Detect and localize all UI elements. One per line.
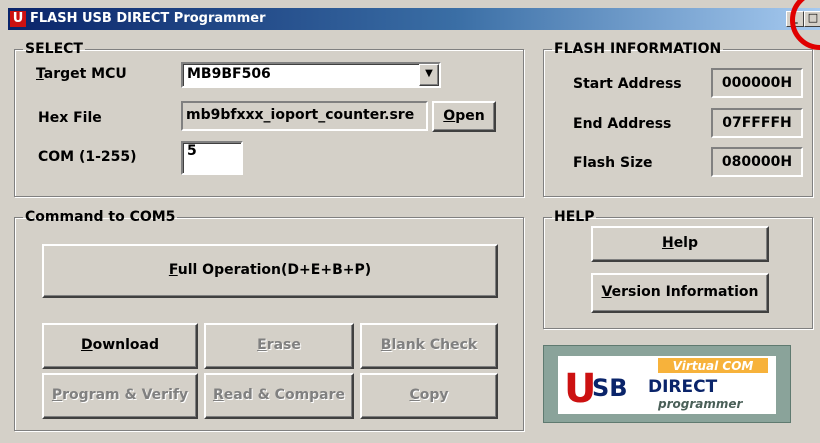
read-compare-button[interactable]: Read & Compare (204, 373, 354, 419)
select-legend: SELECT (25, 41, 83, 57)
copy-button[interactable]: Copy (360, 373, 498, 419)
logo-graphic: Virtual COM U SB DIRECT programmer (558, 356, 776, 414)
main-window: U FLASH USB DIRECT Programmer _ □ SELECT… (0, 0, 820, 443)
start-address-value: 000000H (711, 68, 803, 98)
open-button[interactable]: Open (432, 101, 496, 132)
program-verify-button[interactable]: Program & Verify (42, 373, 198, 419)
command-legend: Command to COM5 (25, 209, 176, 225)
logo-programmer: programmer (657, 397, 744, 411)
full-operation-button[interactable]: Full Operation(D+E+B+P) (42, 244, 498, 298)
logo-sb: SB (592, 374, 628, 402)
com-port-label: COM (1-255) (38, 149, 137, 165)
flash-info-legend: FLASH INFORMATION (554, 41, 722, 57)
title-bar[interactable]: U FLASH USB DIRECT Programmer _ □ (8, 8, 820, 30)
hex-file-field[interactable]: mb9bfxxx_ioport_counter.sre (181, 101, 428, 131)
download-button[interactable]: Download (42, 323, 198, 369)
flash-size-label: Flash Size (573, 155, 653, 171)
start-address-label: Start Address (573, 76, 682, 92)
help-legend: HELP (554, 209, 595, 225)
target-mcu-select[interactable]: MB9BF506 ▼ (181, 62, 441, 88)
window-title: FLASH USB DIRECT Programmer (30, 11, 266, 26)
logo-virtual-com: Virtual COM (673, 359, 754, 373)
target-mcu-value: MB9BF506 (187, 66, 271, 82)
blank-check-button[interactable]: Blank Check (360, 323, 498, 369)
chevron-down-icon[interactable]: ▼ (419, 64, 439, 86)
erase-button[interactable]: Erase (204, 323, 354, 369)
end-address-value: 07FFFFH (711, 108, 803, 138)
version-information-button[interactable]: Version Information (591, 273, 769, 313)
end-address-label: End Address (573, 116, 672, 132)
hex-file-label: Hex File (38, 110, 102, 126)
app-icon: U (10, 11, 26, 27)
target-mcu-label: Target MCU (36, 66, 127, 82)
usb-direct-programmer-logo: Virtual COM U SB DIRECT programmer (543, 345, 791, 423)
com-port-input[interactable]: 5 (181, 141, 243, 175)
flash-size-value: 080000H (711, 147, 803, 177)
logo-direct: DIRECT (648, 377, 718, 397)
help-button[interactable]: Help (591, 226, 769, 262)
